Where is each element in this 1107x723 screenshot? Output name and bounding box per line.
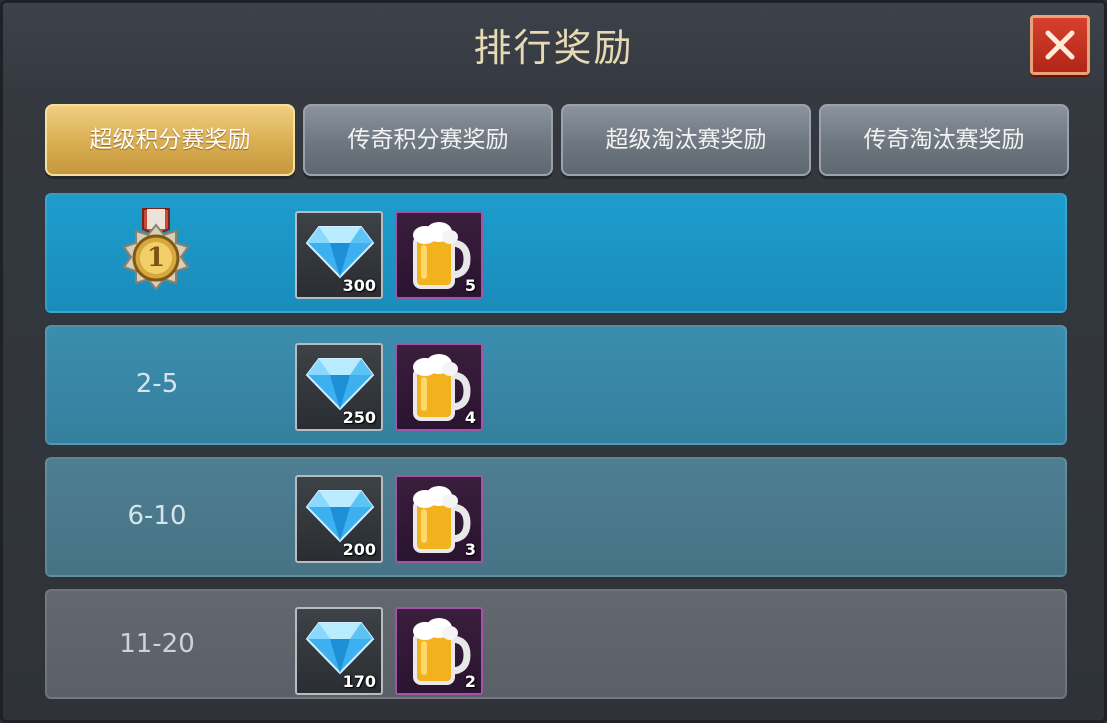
dialog-title: 排行奖励 <box>473 26 634 70</box>
reward-dialog: 排行奖励 超级积分赛奖励 传奇积分赛奖励 超级淘汰赛奖励 传奇淘汰赛奖励 1 3… <box>0 0 1107 723</box>
tab-legend-knockout-reward[interactable]: 传奇淘汰赛奖励 <box>819 104 1069 176</box>
close-button[interactable] <box>1030 15 1090 75</box>
rank-number: 1 <box>146 243 166 273</box>
rank-range: 6-10 <box>127 501 187 531</box>
tab-super-knockout-reward[interactable]: 超级淘汰赛奖励 <box>561 104 811 176</box>
reward-row: 11-20 170 2 <box>45 589 1067 699</box>
diamond-gem-icon <box>305 358 375 411</box>
tab-legend-points-reward[interactable]: 传奇积分赛奖励 <box>303 104 553 176</box>
gem-reward[interactable]: 300 <box>295 211 383 299</box>
rank-range: 2-5 <box>135 369 179 399</box>
gem-quantity: 300 <box>342 276 376 295</box>
gem-quantity: 170 <box>342 672 376 691</box>
close-icon <box>1045 30 1075 60</box>
diamond-gem-icon <box>305 226 375 279</box>
beer-quantity: 2 <box>464 672 476 691</box>
gem-reward[interactable]: 250 <box>295 343 383 431</box>
gem-quantity: 200 <box>342 540 376 559</box>
beer-quantity: 3 <box>464 540 476 559</box>
tab-super-points-reward[interactable]: 超级积分赛奖励 <box>45 104 295 176</box>
reward-row: 6-10 200 3 <box>45 457 1067 577</box>
reward-row: 1 300 5 <box>45 193 1067 313</box>
beer-reward[interactable]: 3 <box>395 475 483 563</box>
beer-quantity: 4 <box>464 408 476 427</box>
diamond-gem-icon <box>305 490 375 543</box>
gold-medal-icon: 1 <box>113 207 199 307</box>
beer-quantity: 5 <box>464 276 476 295</box>
gem-reward[interactable]: 170 <box>295 607 383 695</box>
beer-reward[interactable]: 2 <box>395 607 483 695</box>
beer-reward[interactable]: 4 <box>395 343 483 431</box>
gem-reward[interactable]: 200 <box>295 475 383 563</box>
beer-reward[interactable]: 5 <box>395 211 483 299</box>
gem-quantity: 250 <box>342 408 376 427</box>
rank-range: 11-20 <box>119 629 195 659</box>
reward-row: 2-5 250 4 <box>45 325 1067 445</box>
diamond-gem-icon <box>305 622 375 675</box>
title-bar: 排行奖励 <box>3 3 1104 89</box>
